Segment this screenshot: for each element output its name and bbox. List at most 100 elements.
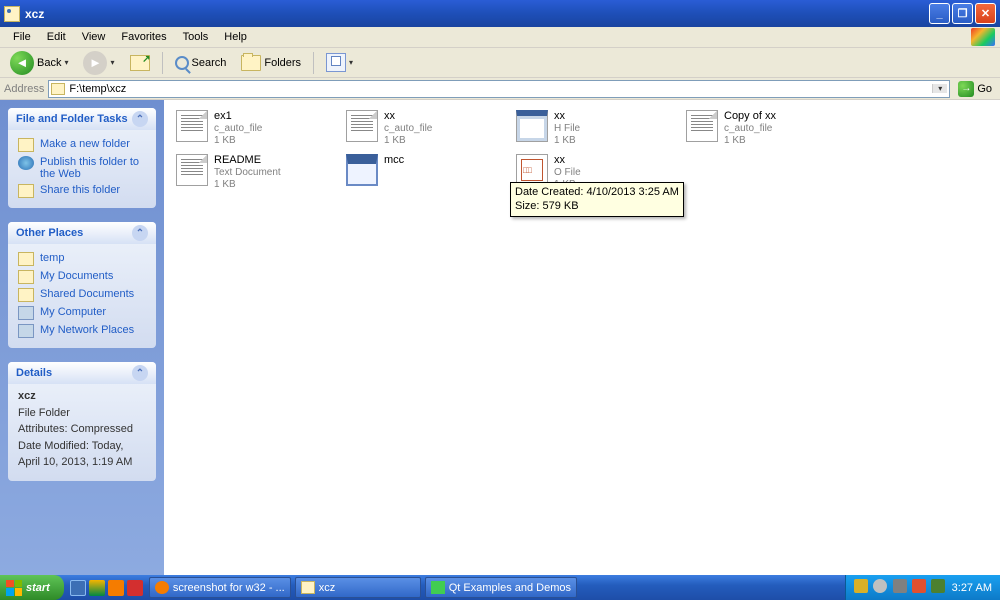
back-button[interactable]: ◄ Back ▾ (4, 48, 74, 78)
detail-attr: Attributes: Compressed (18, 423, 133, 435)
file-icon (686, 110, 718, 142)
toolbar-separator (313, 52, 314, 74)
folders-button[interactable]: Folders (235, 52, 307, 74)
place-my-network[interactable]: My Network Places (18, 322, 146, 340)
back-dropdown-icon[interactable]: ▾ (64, 58, 68, 67)
quick-launch (64, 580, 149, 596)
quicklaunch-desktop-icon[interactable] (70, 580, 86, 596)
file-type: Text Document (214, 167, 281, 179)
collapse-icon[interactable]: ⌃ (132, 111, 148, 127)
file-size: 1 KB (384, 135, 432, 147)
menu-help[interactable]: Help (216, 29, 255, 45)
folder-icon (301, 581, 315, 594)
file-name: xx (554, 110, 580, 123)
up-folder-icon (130, 55, 150, 71)
section-title: Other Places (16, 227, 83, 239)
forward-dropdown-icon[interactable]: ▾ (110, 58, 114, 67)
menu-tools[interactable]: Tools (175, 29, 217, 45)
file-icon (176, 110, 208, 142)
tray-icon[interactable] (912, 579, 926, 593)
menu-edit[interactable]: Edit (39, 29, 74, 45)
file-info: READMEText Document1 KB (214, 154, 281, 191)
file-icon (516, 110, 548, 142)
views-button[interactable]: ▾ (320, 50, 359, 75)
taskbar-item-xcz[interactable]: xcz (295, 577, 421, 598)
file-item[interactable]: Copy of xxc_auto_file1 KB (684, 108, 854, 152)
place-label: Shared Documents (40, 288, 134, 300)
other-places-header[interactable]: Other Places ⌃ (8, 222, 156, 244)
search-label: Search (192, 57, 227, 69)
taskbar-item-label: Qt Examples and Demos (449, 582, 571, 594)
views-icon (326, 53, 346, 72)
file-name: xx (384, 110, 432, 123)
task-label: Publish this folder to the Web (40, 156, 146, 180)
detail-name: xcz (18, 390, 36, 402)
tasks-panel: File and Folder Tasks ⌃ Make a new folde… (0, 100, 164, 575)
search-icon (175, 56, 189, 70)
place-temp[interactable]: temp (18, 250, 146, 268)
file-icon (346, 110, 378, 142)
start-button[interactable]: start (0, 575, 64, 600)
task-publish-web[interactable]: Publish this folder to the Web (18, 154, 146, 182)
file-item[interactable]: READMEText Document1 KB (174, 152, 344, 196)
menu-file[interactable]: File (5, 29, 39, 45)
qt-icon (431, 581, 445, 594)
up-button[interactable] (124, 52, 156, 74)
tray-remove-hw-icon[interactable] (931, 579, 945, 593)
file-info: ex1c_auto_file1 KB (214, 110, 262, 147)
menu-favorites[interactable]: Favorites (113, 29, 174, 45)
place-label: My Computer (40, 306, 106, 318)
quicklaunch-firefox-icon[interactable] (108, 580, 124, 596)
search-button[interactable]: Search (169, 53, 233, 73)
quicklaunch-chrome-icon[interactable] (89, 580, 105, 596)
other-places-box: Other Places ⌃ temp My Documents Shared … (8, 222, 156, 348)
file-item[interactable]: ex1c_auto_file1 KB (174, 108, 344, 152)
file-info: mcc (384, 154, 404, 167)
collapse-icon[interactable]: ⌃ (132, 225, 148, 241)
windows-start-icon (6, 580, 22, 596)
address-label: Address (4, 83, 44, 95)
file-list-pane[interactable]: ex1c_auto_file1 KBxxc_auto_file1 KBxxH F… (164, 100, 1000, 575)
file-item[interactable]: xxc_auto_file1 KB (344, 108, 514, 152)
go-button[interactable]: → Go (954, 80, 996, 98)
taskbar: start screenshot for w32 - ... xcz Qt Ex… (0, 575, 1000, 600)
maximize-button[interactable]: ❐ (952, 3, 973, 24)
file-item[interactable]: xxH File1 KB (514, 108, 684, 152)
file-folder-tasks-header[interactable]: File and Folder Tasks ⌃ (8, 108, 156, 130)
system-tray: 3:27 AM (845, 575, 1000, 600)
taskbar-item-qt[interactable]: Qt Examples and Demos (425, 577, 577, 598)
file-item[interactable]: mcc (344, 152, 514, 196)
firefox-icon (155, 581, 169, 594)
tray-network-icon[interactable] (873, 579, 887, 593)
task-share-folder[interactable]: Share this folder (18, 182, 146, 200)
taskbar-clock[interactable]: 3:27 AM (952, 582, 992, 594)
taskbar-item-screenshot[interactable]: screenshot for w32 - ... (149, 577, 291, 598)
file-icon (176, 154, 208, 186)
details-header[interactable]: Details ⌃ (8, 362, 156, 384)
address-input-box[interactable]: ▾ (48, 80, 950, 98)
place-my-documents[interactable]: My Documents (18, 268, 146, 286)
file-type: c_auto_file (214, 123, 262, 135)
task-label: Make a new folder (40, 138, 130, 150)
minimize-button[interactable]: _ (929, 3, 950, 24)
file-name: README (214, 154, 281, 167)
task-new-folder[interactable]: Make a new folder (18, 136, 146, 154)
folder-icon (18, 270, 34, 284)
toolbar-separator (162, 52, 163, 74)
menu-view[interactable]: View (74, 29, 114, 45)
tray-shield-icon[interactable] (854, 579, 868, 593)
forward-button[interactable]: ► ▾ (77, 48, 120, 78)
collapse-icon[interactable]: ⌃ (132, 365, 148, 381)
file-tooltip: Date Created: 4/10/2013 3:25 AM Size: 57… (510, 182, 684, 217)
address-input[interactable] (69, 83, 928, 95)
close-button[interactable]: ✕ (975, 3, 996, 24)
place-shared-documents[interactable]: Shared Documents (18, 286, 146, 304)
quicklaunch-app-icon[interactable] (127, 580, 143, 596)
views-dropdown-icon[interactable]: ▾ (349, 58, 353, 67)
details-box: Details ⌃ xcz File Folder Attributes: Co… (8, 362, 156, 481)
address-dropdown-icon[interactable]: ▾ (932, 84, 947, 93)
tray-icons[interactable] (854, 579, 946, 596)
tray-volume-icon[interactable] (893, 579, 907, 593)
place-my-computer[interactable]: My Computer (18, 304, 146, 322)
window-controls: _ ❐ ✕ (929, 3, 996, 24)
